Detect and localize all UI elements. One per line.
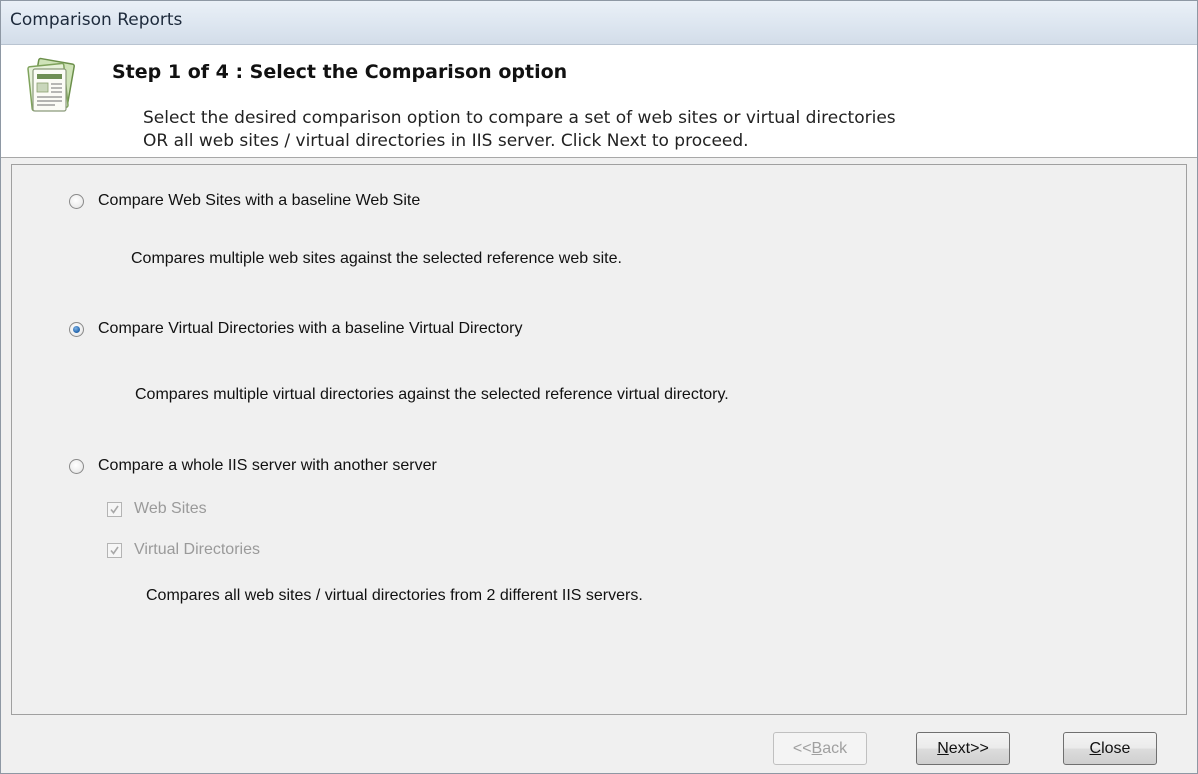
option-compare-virtual-directories-description: Compares multiple virtual directories ag… xyxy=(135,386,729,403)
options-panel: Compare Web Sites with a baseline Web Si… xyxy=(11,164,1187,715)
option-compare-web-sites[interactable]: Compare Web Sites with a baseline Web Si… xyxy=(69,192,420,210)
title-bar[interactable]: Comparison Reports xyxy=(1,1,1197,45)
next-button-accesskey: N xyxy=(937,740,949,757)
checkmark-icon xyxy=(110,505,119,514)
checkbox-virtual-directories-row[interactable]: Virtual Directories xyxy=(107,541,260,559)
option-compare-virtual-directories-label: Compare Virtual Directories with a basel… xyxy=(98,320,523,337)
step-description-line-1: Select the desired comparison option to … xyxy=(143,108,896,128)
window-title: Comparison Reports xyxy=(10,10,183,30)
option-compare-web-sites-label: Compare Web Sites with a baseline Web Si… xyxy=(98,192,421,209)
radio-compare-iis-server[interactable] xyxy=(69,458,84,474)
comparison-reports-window: Comparison Reports Step 1 of 4 : Select … xyxy=(0,0,1198,774)
checkbox-virtual-directories[interactable] xyxy=(107,542,122,558)
close-button-accesskey: C xyxy=(1089,740,1102,757)
close-button-label: lose xyxy=(1101,740,1131,757)
step-description: Select the desired comparison option to … xyxy=(143,107,1143,153)
option-compare-web-sites-description: Compares multiple web sites against the … xyxy=(131,250,622,267)
step-title: Step 1 of 4 : Select the Comparison opti… xyxy=(112,61,568,83)
option-compare-iis-server-description: Compares all web sites / virtual directo… xyxy=(146,587,643,604)
radio-compare-virtual-directories[interactable] xyxy=(69,321,84,337)
wizard-footer: <<Back Next>> Close xyxy=(1,717,1197,773)
option-compare-iis-server-label: Compare a whole IIS server with another … xyxy=(98,457,437,474)
back-button-label: ack xyxy=(822,740,848,757)
checkbox-web-sites-row[interactable]: Web Sites xyxy=(107,500,207,518)
report-document-icon xyxy=(27,57,75,112)
next-button-label: ext>> xyxy=(948,740,989,757)
radio-compare-web-sites[interactable] xyxy=(69,193,84,209)
checkbox-web-sites[interactable] xyxy=(107,501,122,517)
close-button[interactable]: Close xyxy=(1063,732,1157,765)
next-button[interactable]: Next>> xyxy=(916,732,1010,765)
checkbox-virtual-directories-label: Virtual Directories xyxy=(134,541,260,558)
option-compare-virtual-directories[interactable]: Compare Virtual Directories with a basel… xyxy=(69,320,522,338)
back-button-accesskey: B xyxy=(811,740,823,757)
step-description-line-2: OR all web sites / virtual directories i… xyxy=(143,131,749,151)
back-button[interactable]: <<Back xyxy=(773,732,867,765)
checkbox-web-sites-label: Web Sites xyxy=(134,500,207,517)
option-compare-iis-server[interactable]: Compare a whole IIS server with another … xyxy=(69,457,437,475)
wizard-header: Step 1 of 4 : Select the Comparison opti… xyxy=(1,45,1197,158)
checkmark-icon xyxy=(110,546,119,555)
back-button-prefix: << xyxy=(792,740,812,757)
